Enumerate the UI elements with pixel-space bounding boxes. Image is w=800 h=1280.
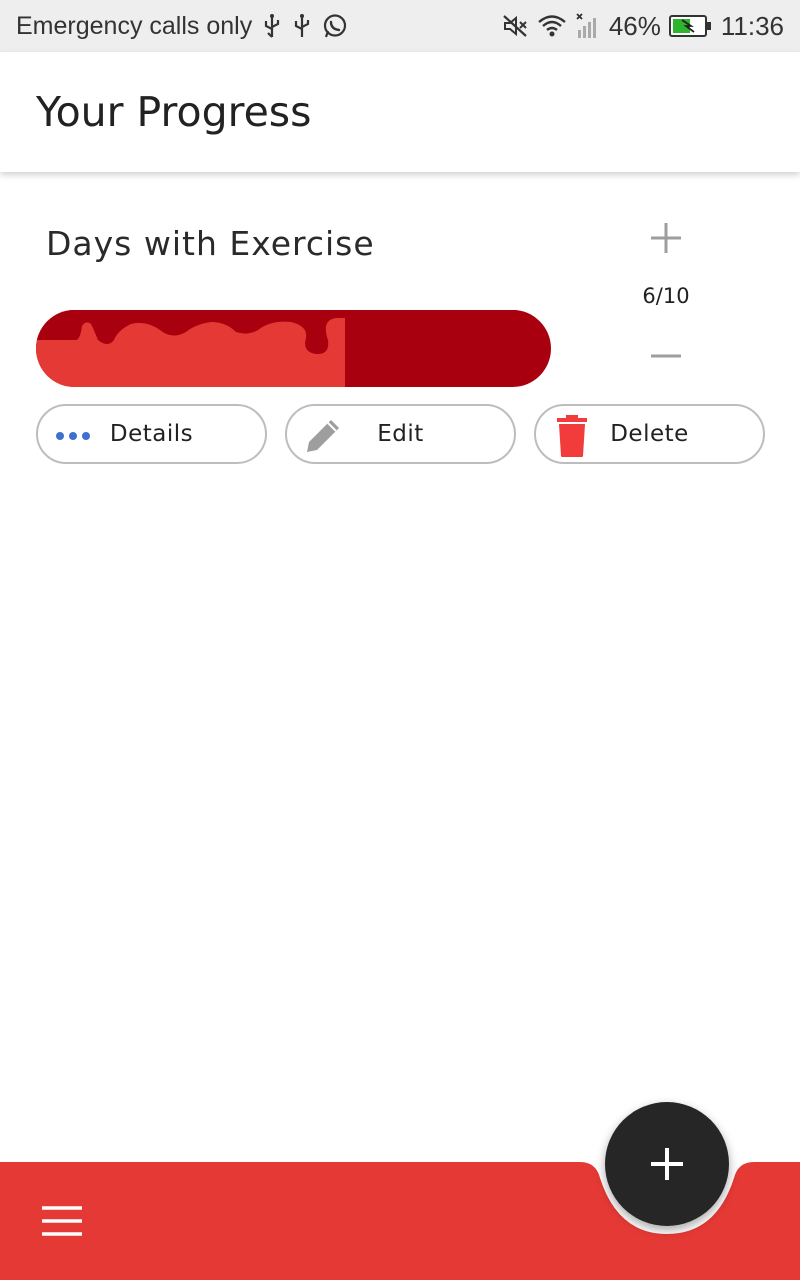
delete-label: Delete: [610, 421, 689, 447]
add-goal-fab[interactable]: [605, 1102, 729, 1226]
decrement-button[interactable]: [636, 330, 696, 382]
status-bar: Emergency calls only 46% 11:36: [0, 0, 800, 52]
battery-charging-icon: [668, 14, 713, 38]
carrier-text: Emergency calls only: [16, 11, 253, 40]
mute-icon: [501, 13, 529, 39]
whatsapp-icon: [322, 13, 348, 39]
increment-button[interactable]: [636, 212, 696, 264]
battery-percent: 46%: [608, 10, 661, 41]
page-title: Your Progress: [36, 88, 312, 136]
menu-button[interactable]: [34, 1198, 90, 1244]
usb-icon: [292, 13, 312, 39]
progress-bar: [36, 310, 551, 387]
usb-icon: [262, 13, 282, 39]
plus-icon: [651, 1148, 683, 1180]
edit-button[interactable]: Edit: [285, 404, 516, 464]
app-bar: Your Progress: [0, 52, 800, 172]
goal-card: Days with Exercise 6/10 Details Edit Del…: [0, 172, 800, 492]
no-signal-icon: [575, 12, 601, 40]
minus-icon: [651, 354, 681, 358]
wifi-icon: [537, 13, 567, 39]
hamburger-menu-icon: [42, 1206, 82, 1236]
progress-count: 6/10: [642, 284, 690, 308]
delete-button[interactable]: Delete: [534, 404, 765, 464]
details-button[interactable]: Details: [36, 404, 267, 464]
plus-icon: [651, 223, 681, 253]
progress-drip-decoration: [36, 310, 551, 355]
edit-label: Edit: [377, 421, 424, 447]
status-right: 46% 11:36: [501, 11, 784, 42]
status-left: Emergency calls only: [16, 12, 348, 41]
details-label: Details: [109, 421, 194, 447]
clock: 11:36: [720, 10, 784, 41]
goal-title: Days with Exercise: [46, 224, 375, 263]
